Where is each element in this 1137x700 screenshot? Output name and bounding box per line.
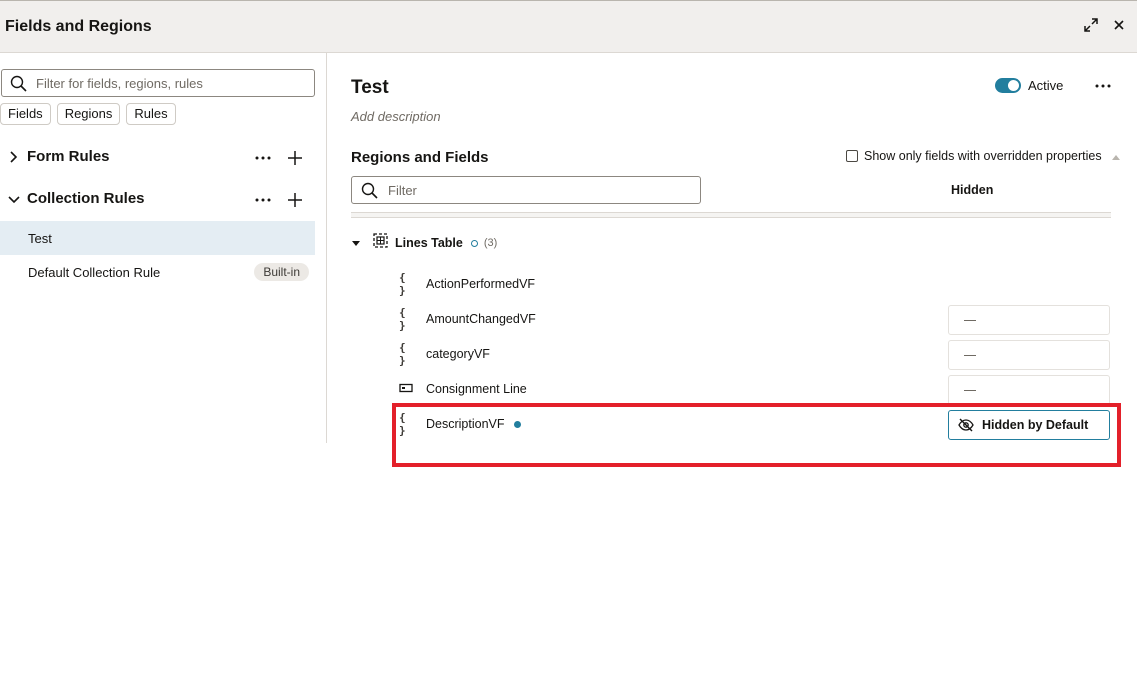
rule-title: Test [351,77,389,98]
table-region-icon [373,233,388,253]
virtual-field-icon: { } [399,306,406,332]
chevron-right-icon[interactable] [8,150,20,169]
field-label: Consignment Line [426,382,527,396]
checkbox-label: Show only fields with overridden propert… [864,149,1102,163]
caret-down-icon[interactable] [351,234,361,252]
hidden-property-cell[interactable] [948,375,1110,405]
field-row-amountchangedvf[interactable]: { } AmountChangedVF [399,306,536,332]
search-icon [361,182,378,204]
rules-navigator: Fields Regions Rules Form Rules Collecti… [0,53,327,443]
region-lines-table: Lines Table (3) [351,233,497,253]
section-label: Form Rules [27,148,110,165]
close-icon[interactable] [1108,14,1130,36]
input-field-icon [399,383,415,396]
empty-value-dash [964,390,976,391]
rule-item-label: Test [28,231,52,246]
chip-regions[interactable]: Regions [56,103,121,125]
empty-value-dash [964,320,976,321]
checkbox-box[interactable] [846,150,858,162]
dialog-title: Fields and Regions [5,18,152,35]
annotation-highlight-box [392,403,1121,467]
section-form-rules[interactable]: Form Rules [0,145,315,171]
section-label: Collection Rules [27,190,145,207]
field-row-actionperformedvf[interactable]: { } ActionPerformedVF [399,271,536,297]
built-in-badge: Built-in [254,263,309,281]
field-label: categoryVF [426,347,490,361]
more-actions-icon[interactable] [254,191,272,209]
status-circle-icon [470,239,478,247]
table-divider [351,212,1111,218]
region-label[interactable]: Lines Table [395,236,463,250]
regions-fields-heading: Regions and Fields [351,149,489,166]
field-label: AmountChangedVF [426,312,536,326]
region-field-count: (3) [483,237,498,249]
field-row-categoryvf[interactable]: { } categoryVF [399,341,490,367]
section-collection-rules[interactable]: Collection Rules [0,187,315,213]
filter-chips: Fields Regions Rules [0,103,176,125]
hidden-column-header: Hidden [951,183,994,197]
active-label: Active [1028,78,1064,93]
more-actions-icon[interactable] [254,149,272,167]
overridden-only-checkbox[interactable]: Show only fields with overridden propert… [846,149,1102,163]
fields-filter-input[interactable] [388,181,688,199]
expand-icon[interactable] [1080,14,1102,36]
navigator-search-input[interactable] [36,74,306,92]
chip-fields[interactable]: Fields [0,103,51,125]
fields-filter[interactable] [351,176,701,204]
rule-item-test[interactable]: Test [0,221,315,255]
empty-value-dash [964,355,976,356]
hidden-property-cell[interactable] [948,340,1110,370]
dialog-header: Fields and Regions [0,0,1137,53]
more-actions-icon[interactable] [1094,77,1112,95]
add-icon[interactable] [285,190,305,210]
field-row-consignment-line[interactable]: Consignment Line [399,379,527,399]
search-icon [10,75,27,97]
rule-item-default-collection-rule[interactable]: Default Collection Rule Built-in [0,255,315,289]
field-label: ActionPerformedVF [426,277,536,291]
rule-item-label: Default Collection Rule [28,265,161,280]
add-description-link[interactable]: Add description [351,109,441,124]
chevron-down-icon[interactable] [8,192,20,211]
virtual-field-icon: { } [399,271,406,297]
virtual-field-icon: { } [399,341,406,367]
scroll-up-icon[interactable] [1112,147,1120,165]
navigator-search[interactable] [1,69,315,97]
rule-editor: Test Add description Active Regions and … [327,53,1137,453]
active-toggle[interactable] [995,78,1021,93]
chip-rules[interactable]: Rules [126,103,176,125]
add-icon[interactable] [285,148,305,168]
hidden-property-cell[interactable] [948,305,1110,335]
toggle-knob [1008,80,1019,91]
